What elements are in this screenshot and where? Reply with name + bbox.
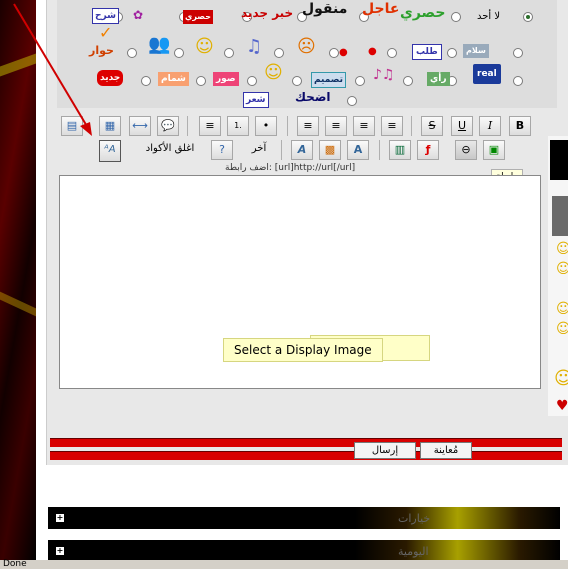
icon-photos: صور (213, 72, 239, 86)
toolbar-separator (187, 116, 188, 136)
icon-radio[interactable] (196, 76, 206, 86)
expand-icon[interactable]: + (56, 547, 64, 555)
italic-button[interactable]: I (479, 116, 501, 136)
toolbar-separator (281, 140, 282, 160)
red-dot-icon: ● (368, 46, 377, 57)
music-icon: ♪♫ (373, 67, 395, 83)
heart-icon[interactable]: ♥ (556, 398, 568, 414)
icon-radio[interactable] (127, 48, 137, 58)
icon-laugh: اضحك (295, 90, 331, 104)
icon-radio[interactable] (447, 48, 457, 58)
red-arrow (13, 3, 92, 136)
icon-radio[interactable] (174, 48, 184, 58)
font-size-icon[interactable]: A (347, 140, 369, 160)
red-dot-icon: ● (339, 47, 348, 58)
icon-poetry: شعر (243, 92, 269, 108)
preview-button[interactable]: مُعاينة (420, 442, 472, 459)
bold-button[interactable]: B (509, 116, 531, 136)
icon-radio[interactable] (451, 12, 461, 22)
icon-opinion: رأي (427, 72, 450, 86)
icon-radio[interactable] (247, 76, 257, 86)
toolbar-separator (287, 116, 288, 136)
butterfly-icon: ✿ (133, 8, 144, 22)
red-divider (50, 438, 562, 447)
icon-shmam: شمام (158, 72, 189, 86)
icon-none-label: لا أحد (477, 11, 501, 22)
icon-radio[interactable] (403, 76, 413, 86)
numbered-list-button[interactable]: 1. (227, 116, 249, 136)
icon-copied: منقول (302, 1, 348, 17)
icon-radio[interactable] (141, 76, 151, 86)
red-divider (50, 451, 562, 460)
other-button[interactable]: آخر (247, 141, 271, 158)
icon-radio[interactable] (292, 76, 302, 86)
image-icon[interactable]: ▣ (483, 140, 505, 160)
expand-icon[interactable]: + (56, 514, 64, 522)
smile-icon[interactable]: ☺ (556, 261, 568, 277)
smile-face-icon: ☺ (195, 36, 214, 57)
section-daily[interactable]: + اليومية (48, 540, 560, 562)
section-options[interactable]: + خيارات (48, 507, 560, 529)
icon-radio[interactable] (274, 48, 284, 58)
align-right-button[interactable]: ≡ (381, 116, 403, 136)
close-codes-button[interactable]: اغلق الأكواد (137, 141, 203, 158)
icon-exclusive-red: حصري (183, 10, 213, 24)
section-label: خيارات (398, 512, 431, 525)
icon-urgent: عاجل (362, 1, 400, 17)
smile-icon[interactable]: ☺ (556, 321, 568, 337)
bullet-list-button[interactable]: • (255, 116, 277, 136)
icon-design: تصميم (311, 72, 347, 88)
icon-radio[interactable] (224, 48, 234, 58)
smile-icon[interactable]: ☺ (554, 368, 568, 389)
video-icon[interactable]: ▥ (389, 140, 411, 160)
icon-radio[interactable] (513, 48, 523, 58)
icon-radio[interactable] (347, 96, 357, 106)
message-icons-box: لا أحد حصري عاجل منقول خبر جديد حصري ✿ ش… (57, 0, 557, 108)
align-center-button[interactable]: ≡ (353, 116, 375, 136)
page: لا أحد حصري عاجل منقول خبر جديد حصري ✿ ش… (36, 0, 568, 562)
icon-radio-none[interactable] (523, 12, 533, 22)
code-icon[interactable]: ⟷ (129, 116, 151, 136)
users-icon: 👥 (148, 34, 171, 55)
justify-button[interactable]: ≡ (297, 116, 319, 136)
music-note-icon: ♫ (246, 36, 263, 57)
thinking-face-icon: ☺ (264, 62, 283, 83)
send-button[interactable]: إرسال (354, 442, 416, 459)
right-black-block (550, 140, 568, 180)
underline-button[interactable]: U (451, 116, 473, 136)
real-player-icon: real (473, 64, 501, 84)
angry-face-icon: ☹ (297, 36, 316, 57)
icon-radio[interactable] (329, 48, 339, 58)
icon-salam: سلام (463, 44, 489, 58)
icon-exclusive: حصري (400, 5, 446, 21)
icon-news: خبر جديد (241, 6, 294, 20)
icon-request: طلب (412, 44, 442, 60)
smile-icon[interactable]: ☺ (556, 241, 568, 257)
color-icon[interactable]: ▩ (319, 140, 341, 160)
toolbar-separator (379, 140, 380, 160)
font-icon[interactable]: A (291, 140, 313, 160)
status-bar: Done (0, 560, 568, 569)
indent-button[interactable]: ≡ (199, 116, 221, 136)
icon-radio[interactable] (513, 76, 523, 86)
flash-icon[interactable]: ƒ (417, 140, 439, 160)
display-image-tooltip: Select a Display Image (223, 338, 383, 362)
quote-icon[interactable]: 💬 (157, 116, 179, 136)
section-label: اليومية (398, 545, 429, 558)
toolbar-separator (411, 116, 412, 136)
smilies-header (552, 196, 568, 236)
link-icon[interactable]: ⊖ (455, 140, 477, 160)
post-panel: لا أحد حصري عاجل منقول خبر جديد حصري ✿ ش… (46, 0, 568, 465)
align-left-button[interactable]: ≡ (325, 116, 347, 136)
strike-button[interactable]: S (421, 116, 443, 136)
help-icon[interactable]: ? (211, 140, 233, 160)
icon-radio[interactable] (355, 76, 365, 86)
smile-icon[interactable]: ☺ (556, 301, 568, 317)
icon-radio[interactable] (387, 48, 397, 58)
link-hint: اضف رابطة: [url]http://url[/url] (225, 163, 356, 173)
